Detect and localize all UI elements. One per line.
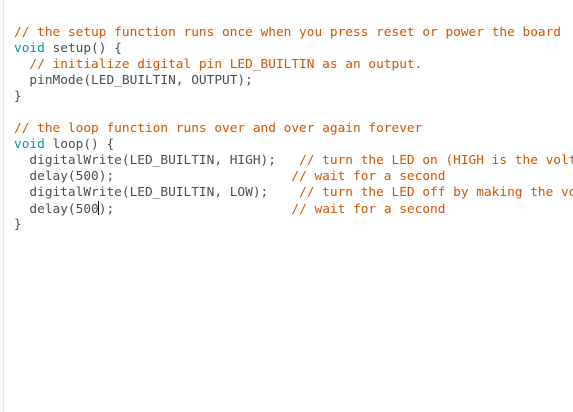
code-comment: // wait for a second [291,169,446,184]
code-line[interactable]: delay(500); // wait for a second [14,169,573,185]
code-line[interactable]: // the setup function runs once when you… [14,25,573,41]
code-line[interactable]: void loop() { [14,137,573,153]
code-comment: // initialize digital pin LED_BUILTIN as… [14,57,423,72]
code-token: digitalWrite(LED_BUILTIN, HIGH); [14,153,300,168]
code-token: } [14,89,22,104]
code-comment: // turn the LED on (HIGH is the voltage … [299,153,573,168]
code-line[interactable]: // the loop function runs over and over … [14,121,573,137]
code-line[interactable]: digitalWrite(LED_BUILTIN, HIGH); // turn… [14,153,573,169]
code-token: pinMode(LED_BUILTIN, OUTPUT); [14,73,253,88]
code-line[interactable]: } [14,89,573,105]
code-line[interactable]: // initialize digital pin LED_BUILTIN as… [14,57,573,73]
code-comment: // wait for a second [291,202,446,217]
code-line[interactable]: delay(500); // wait for a second [14,201,573,217]
code-token: setup() { [44,41,122,56]
code-token: loop() { [44,137,115,152]
code-line[interactable]: digitalWrite(LED_BUILTIN, LOW); // turn … [14,185,573,201]
code-token: ); [98,202,292,217]
code-editor[interactable]: // the setup function runs once when you… [0,0,573,412]
code-token: } [14,217,22,232]
code-comment: // the setup function runs once when you… [14,25,562,40]
code-line[interactable]: } [14,217,573,233]
code-token: delay(500); [14,169,292,184]
code-token: digitalWrite(LED_BUILTIN, LOW); [14,185,300,200]
code-keyword: void [14,137,45,152]
code-keyword: void [14,41,45,56]
code-comment: // turn the LED off by making the voltag… [299,185,573,200]
code-line[interactable] [14,105,573,121]
code-token: delay(500 [14,202,99,217]
code-area[interactable]: // the setup function runs once when you… [14,25,573,233]
editor-left-border [3,0,4,412]
code-line[interactable]: void setup() { [14,41,573,57]
code-line[interactable]: pinMode(LED_BUILTIN, OUTPUT); [14,73,573,89]
code-comment: // the loop function runs over and over … [14,121,423,136]
